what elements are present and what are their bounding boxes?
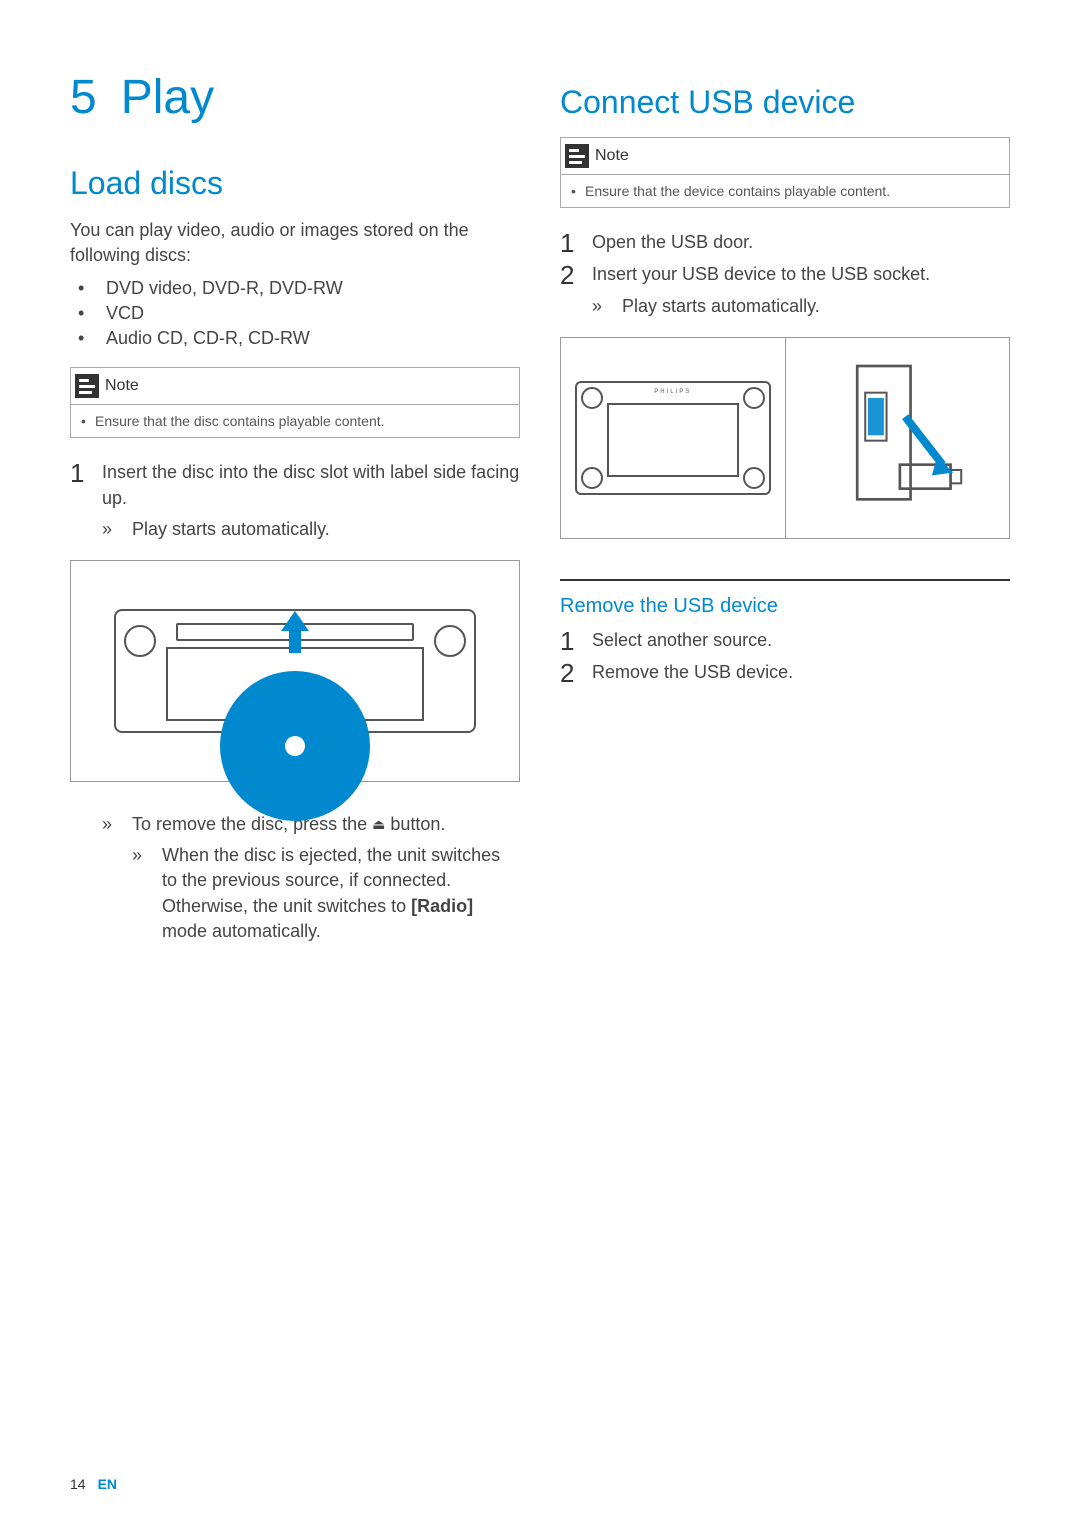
page-footer: 14 EN [70,1476,117,1492]
remove-usb-steps: 1 Select another source. 2 Remove the US… [560,628,1010,686]
usb-steps: 1 Open the USB door. 2 Insert your USB d… [560,230,1010,319]
note-text: Ensure that the disc contains playable c… [95,413,385,429]
eject-icon: ⏏ [372,815,385,835]
step-text: Open the USB door. [592,230,753,256]
chapter-name: Play [121,71,214,124]
step-row: 1 Select another source. [560,628,1010,654]
step-number: 1 [560,628,592,654]
step-text: Select another source. [592,628,772,654]
left-column: 5 Play Load discs You can play video, aud… [70,70,520,1488]
note-icon [75,374,99,398]
step-number: 2 [560,262,592,288]
list-text: VCD [106,303,144,324]
disc-icon [220,671,370,821]
note-label: Note [595,147,629,165]
step-result: »Play starts automatically. [592,294,1010,319]
page-number: 14 [70,1476,86,1492]
brand-label: PHILIPS [654,389,691,395]
language-label: EN [98,1476,117,1492]
step-text: Insert the disc into the disc slot with … [102,460,520,510]
note-box: Note •Ensure that the disc contains play… [70,367,520,438]
step-text: Insert your USB device to the USB socket… [592,262,930,288]
figure-insert-disc [70,560,520,782]
load-steps: 1 Insert the disc into the disc slot wit… [70,460,520,542]
note-label: Note [105,377,139,395]
list-item: •DVD video, DVD-R, DVD-RW [78,278,520,299]
step-result: »Play starts automatically. [102,517,520,542]
usb-port-illustration [819,358,975,518]
list-text: DVD video, DVD-R, DVD-RW [106,278,343,299]
step-row: 1 Open the USB door. [560,230,1010,256]
arrow-up-icon [281,611,309,631]
list-text: Audio CD, CD-R, CD-RW [106,328,310,349]
intro-text: You can play video, audio or images stor… [70,218,520,268]
step-number: 2 [560,660,592,686]
disc-types-list: •DVD video, DVD-R, DVD-RW •VCD •Audio CD… [70,278,520,349]
chapter-title: 5 Play [70,70,520,125]
remove-disc-result: » When the disc is ejected, the unit swi… [132,843,520,944]
result-text: Play starts automatically. [622,294,820,319]
step-number: 1 [70,460,102,510]
note-text: Ensure that the device contains playable… [585,183,890,199]
right-column: Connect USB device Note •Ensure that the… [560,70,1010,1488]
note-icon [565,144,589,168]
note-box: Note •Ensure that the device contains pl… [560,137,1010,208]
result-text: When the disc is ejected, the unit switc… [162,843,520,944]
divider [560,579,1010,581]
section-connect-usb: Connect USB device [560,84,1010,121]
step-number: 1 [560,230,592,256]
list-item: •VCD [78,303,520,324]
list-item: •Audio CD, CD-R, CD-RW [78,328,520,349]
step-text: Remove the USB device. [592,660,793,686]
chapter-number: 5 [70,71,97,124]
step-row: 2 Insert your USB device to the USB sock… [560,262,1010,288]
section-load-discs: Load discs [70,165,520,202]
result-text: Play starts automatically. [132,517,330,542]
radio-mode-label: [Radio] [411,896,473,916]
figure-usb-connect: PHILIPS [560,337,1010,539]
section-remove-usb: Remove the USB device [560,595,1010,618]
step-row: 2 Remove the USB device. [560,660,1010,686]
step-row: 1 Insert the disc into the disc slot wit… [70,460,520,510]
manual-page: 5 Play Load discs You can play video, aud… [0,0,1080,1528]
